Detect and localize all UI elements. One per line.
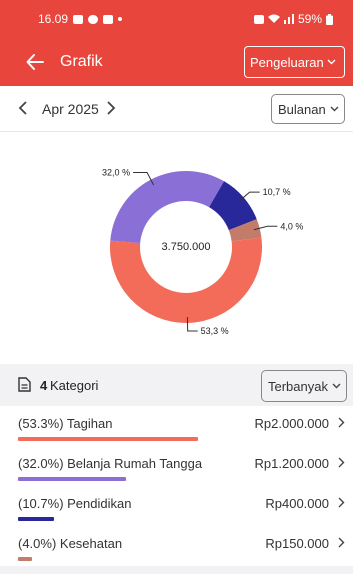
chevron-right-icon [338,537,345,548]
chevron-down-icon [332,383,341,389]
back-arrow-icon[interactable] [26,53,44,71]
category-name: (4.0%) Kesehatan [18,536,123,551]
categories-header: 4 Kategori Terbanyak [0,364,353,406]
alarm-icon [253,14,264,24]
chevron-right-icon [338,497,345,508]
page-title: Grafik [60,53,103,70]
app-bar: Grafik Pengeluaran [0,40,353,86]
category-amount: Rp1.200.000 [254,456,329,471]
category-name: (53.3%) Tagihan [18,416,113,431]
sort-value: Terbanyak [268,378,328,394]
previous-period-button[interactable] [18,100,28,116]
category-share-bar [18,517,54,521]
sort-dropdown[interactable]: Terbanyak [261,370,347,402]
category-amount: Rp2.000.000 [254,416,329,431]
category-share-bar [18,477,126,481]
facebook-icon [88,14,99,24]
period-label: Apr 2025 [42,101,99,117]
category-amount: Rp400.000 [265,496,329,511]
slice-label: 53,3 % [201,326,229,336]
category-share-bar [18,557,32,561]
category-word: Kategori [50,378,99,393]
battery-percent: 59% [297,12,322,26]
next-period-button[interactable] [106,100,116,116]
chart-total-label: 3.750.000 [162,241,211,253]
status-bar: 16.09 59% [0,0,353,40]
more-dot-icon [118,17,123,21]
category-amount: Rp150.000 [265,536,329,551]
slice-label: 10,7 % [263,187,291,197]
category-name: (10.7%) Pendidikan [18,496,132,511]
slice-label: 32,0 % [102,168,130,178]
signal-icon [283,14,294,24]
donut-chart: 10,7 % 4,0 % 53,3 % 32,0 % 3.750.000 [102,168,303,336]
bottom-strip [0,566,353,574]
period-mode-dropdown[interactable]: Bulanan [271,94,345,124]
list-item[interactable]: (53.3%) Tagihan Rp2.000.000 [0,406,353,442]
category-share-bar [18,437,198,441]
chevron-down-icon [327,59,336,65]
chevron-right-icon [338,457,345,468]
list-item[interactable]: (32.0%) Belanja Rumah Tangga Rp1.200.000 [0,446,353,482]
categories-list: (53.3%) Tagihan Rp2.000.000 (32.0%) Bela… [0,406,353,566]
list-item[interactable]: (4.0%) Kesehatan Rp150.000 [0,526,353,562]
period-selector: Apr 2025 Bulanan [0,86,353,132]
wifi-icon [267,14,280,23]
chart-area: 10,7 % 4,0 % 53,3 % 32,0 % 3.750.000 [0,132,353,364]
chevron-down-icon [330,106,339,112]
notification-icon [73,14,84,24]
category-count: 4 [40,378,48,393]
gallery-icon [103,14,114,24]
document-icon [18,377,31,392]
list-item[interactable]: (10.7%) Pendidikan Rp400.000 [0,486,353,522]
status-time: 16.09 [38,12,69,26]
transaction-type-dropdown[interactable]: Pengeluaran [244,46,345,78]
battery-icon [326,13,333,25]
transaction-type-value: Pengeluaran [250,54,324,70]
donut-slice[interactable] [110,170,224,244]
category-name: (32.0%) Belanja Rumah Tangga [18,456,203,471]
period-mode-value: Bulanan [278,101,326,117]
chevron-right-icon [338,417,345,428]
slice-label: 4,0 % [280,221,303,231]
